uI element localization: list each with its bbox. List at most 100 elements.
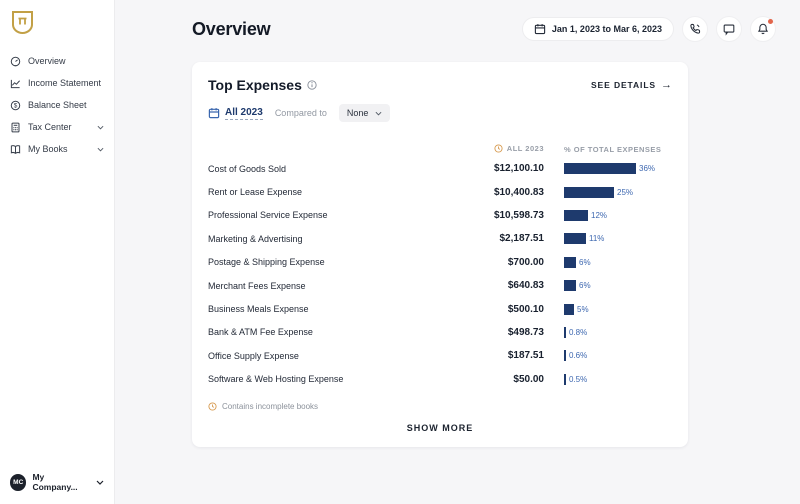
table-row: Office Supply Expense $187.51 0.6%	[208, 344, 672, 367]
incomplete-books-label: Contains incomplete books	[222, 401, 319, 411]
expense-amount: $10,598.73	[493, 209, 544, 221]
expense-bar	[564, 256, 576, 268]
see-details-link[interactable]: SEE DETAILS →	[591, 79, 672, 91]
table-row: Merchant Fees Expense $640.83 6%	[208, 274, 672, 297]
table-row: Rent or Lease Expense $10,400.83 25%	[208, 180, 672, 203]
expense-label: Business Meals Expense	[208, 304, 309, 315]
expense-pct: 0.5%	[569, 374, 588, 384]
sidebar: Overview Income Statement $ Balance Shee…	[0, 0, 115, 504]
expense-label: Bank & ATM Fee Expense	[208, 327, 313, 338]
company-switcher[interactable]: MC My Company...	[0, 463, 114, 504]
sidebar-item-label: Overview	[28, 56, 66, 66]
table-row: Business Meals Expense $500.10 5%	[208, 297, 672, 320]
phone-icon	[688, 22, 702, 36]
page-title: Overview	[192, 18, 271, 39]
expenses-table: Cost of Goods Sold $12,100.10 36% Rent o…	[208, 157, 672, 391]
expense-amount: $50.00	[513, 373, 544, 385]
date-range-label: Jan 1, 2023 to Mar 6, 2023	[551, 24, 662, 34]
expense-bar	[564, 373, 566, 385]
sidebar-nav: Overview Income Statement $ Balance Shee…	[0, 50, 114, 160]
table-row: Marketing & Advertising $2,187.51 11%	[208, 227, 672, 250]
expense-bar	[564, 326, 566, 338]
expense-pct: 36%	[639, 164, 656, 174]
expense-bar	[564, 186, 614, 198]
expense-amount: $12,100.10	[493, 163, 544, 175]
sidebar-item-label: Tax Center	[28, 122, 72, 132]
date-range-picker[interactable]: Jan 1, 2023 to Mar 6, 2023	[521, 17, 674, 41]
sidebar-item-my-books[interactable]: My Books	[0, 138, 114, 160]
show-more-button[interactable]: SHOW MORE	[208, 423, 672, 433]
period-tab-all-2023[interactable]: All 2023	[208, 107, 263, 120]
incomplete-clock-icon	[208, 402, 217, 411]
expense-bar	[564, 280, 576, 292]
expense-amount: $2,187.51	[499, 233, 545, 245]
expense-bar	[564, 209, 588, 221]
expense-amount: $10,400.83	[493, 186, 544, 198]
chat-button[interactable]	[716, 16, 742, 42]
expense-label: Office Supply Expense	[208, 350, 299, 361]
period-tab-label: All 2023	[225, 106, 263, 120]
expense-amount: $700.00	[507, 256, 544, 268]
calendar-icon	[208, 107, 220, 119]
info-icon[interactable]	[307, 80, 317, 90]
sidebar-item-label: My Books	[28, 144, 68, 154]
chevron-down-icon	[375, 111, 382, 116]
card-title: Top Expenses	[208, 77, 302, 93]
expense-pct: 6%	[579, 257, 591, 267]
sidebar-item-income-statement[interactable]: Income Statement	[0, 72, 114, 94]
sidebar-item-overview[interactable]: Overview	[0, 50, 114, 72]
bell-icon	[756, 22, 770, 36]
chevron-down-icon	[97, 147, 104, 152]
sidebar-item-balance-sheet[interactable]: $ Balance Sheet	[0, 94, 114, 116]
expense-amount: $498.73	[507, 326, 544, 338]
topbar: Overview Jan 1, 2023 to Mar 6, 2023	[115, 0, 800, 42]
table-row: Professional Service Expense $10,598.73 …	[208, 204, 672, 227]
app-logo-shield-pi-icon	[9, 9, 114, 36]
expense-pct: 11%	[589, 234, 605, 244]
calendar-icon	[534, 23, 546, 35]
expense-bar	[564, 303, 574, 315]
expense-pct: 5%	[577, 304, 589, 314]
chevron-down-icon	[97, 125, 104, 130]
incomplete-books-note: Contains incomplete books	[208, 402, 672, 411]
book-icon	[10, 144, 21, 155]
company-name: My Company...	[32, 472, 78, 492]
table-column-headers: ALL 2023 % OF TOTAL EXPENSES	[208, 139, 672, 157]
table-row: Cost of Goods Sold $12,100.10 36%	[208, 157, 672, 180]
expense-pct: 0.6%	[569, 351, 588, 361]
expense-label: Professional Service Expense	[208, 210, 328, 221]
expense-pct: 12%	[591, 210, 608, 220]
expense-bar	[564, 163, 636, 175]
gauge-icon	[10, 56, 21, 67]
table-row: Software & Web Hosting Expense $50.00 0.…	[208, 368, 672, 391]
line-chart-icon	[10, 78, 21, 89]
phone-support-button[interactable]	[682, 16, 708, 42]
column-header-pct: % OF TOTAL EXPENSES	[564, 145, 662, 154]
incomplete-clock-icon	[494, 143, 503, 153]
notifications-button[interactable]	[750, 16, 776, 42]
sidebar-item-tax-center[interactable]: Tax Center	[0, 116, 114, 138]
expense-pct: 0.8%	[569, 327, 588, 337]
expense-bar	[564, 350, 566, 362]
table-row: Bank & ATM Fee Expense $498.73 0.8%	[208, 321, 672, 344]
expense-label: Postage & Shipping Expense	[208, 257, 325, 268]
sidebar-item-label: Balance Sheet	[28, 100, 87, 110]
calculator-icon	[10, 122, 21, 133]
expense-label: Software & Web Hosting Expense	[208, 374, 344, 385]
company-avatar: MC	[10, 473, 27, 491]
compare-select[interactable]: None	[338, 104, 391, 122]
main-area: Overview Jan 1, 2023 to Mar 6, 2023 Top …	[115, 0, 800, 504]
expense-amount: $500.10	[507, 303, 544, 315]
compare-select-value: None	[346, 108, 369, 118]
compared-to-label: Compared to	[274, 108, 327, 118]
expense-pct: 25%	[617, 187, 634, 197]
expense-amount: $640.83	[507, 280, 544, 292]
expense-label: Merchant Fees Expense	[208, 280, 306, 291]
expense-pct: 6%	[579, 281, 591, 291]
see-details-label: SEE DETAILS	[590, 80, 656, 90]
svg-text:$: $	[14, 102, 18, 109]
notification-dot	[768, 19, 773, 24]
expense-bar	[564, 233, 586, 245]
expense-amount: $187.51	[507, 350, 544, 362]
table-row: Postage & Shipping Expense $700.00 6%	[208, 251, 672, 274]
